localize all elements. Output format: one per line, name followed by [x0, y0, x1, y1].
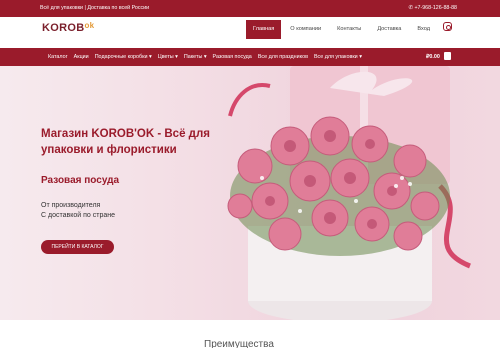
instagram-icon[interactable]: [443, 22, 452, 31]
nav-login[interactable]: Вход: [410, 20, 437, 39]
hero-banner: Магазин KOROB'OK - Всё для упаковки и фл…: [0, 66, 500, 320]
nav-delivery[interactable]: Доставка: [370, 20, 408, 39]
phone-number[interactable]: +7-968-126-88-88: [414, 5, 457, 11]
main-nav: Главная О компании Контакты Доставка Вхо…: [246, 20, 439, 39]
pink-ribbon-left: [228, 83, 271, 117]
cat-holidays[interactable]: Все для праздников: [258, 54, 308, 60]
cart-total[interactable]: ₽0.00: [426, 54, 440, 60]
top-phone[interactable]: ✆ +7-968-126-88-88: [409, 5, 457, 11]
category-nav: Каталог Акции Подарочные коробки ▾ Цветы…: [0, 48, 500, 66]
hero-flowers-image: [227, 66, 471, 320]
hero-line-1: От производителя: [41, 202, 101, 209]
cat-gift-boxes[interactable]: Подарочные коробки ▾: [95, 54, 152, 60]
nav-about[interactable]: О компании: [283, 20, 328, 39]
catalog-button[interactable]: ПЕРЕЙТИ В КАТАЛОГ: [41, 240, 114, 254]
hero-subtitle: Разовая посуда: [41, 175, 120, 186]
top-info-bar: Всё для упаковки | Доставка по всей Росс…: [0, 0, 500, 17]
site-logo[interactable]: KOROBok: [42, 21, 95, 34]
cat-catalog[interactable]: Каталог: [48, 54, 68, 60]
top-tagline: Всё для упаковки | Доставка по всей Росс…: [40, 5, 150, 11]
hero-title: Магазин KOROB'OK - Всё для упаковки и фл…: [41, 128, 210, 156]
cat-bags[interactable]: Пакеты ▾: [184, 54, 207, 60]
nav-contacts[interactable]: Контакты: [330, 20, 368, 39]
logo-main-text: KOROB: [42, 22, 85, 34]
cat-disposable[interactable]: Разовая посуда: [213, 54, 252, 60]
hero-line-2: С доставкой по стране: [41, 212, 115, 219]
advantages-title: Преимущества: [204, 339, 274, 348]
cart-bag-icon[interactable]: [444, 52, 451, 60]
cat-sales[interactable]: Акции: [74, 54, 89, 60]
logo-ok-text: ok: [84, 21, 95, 30]
nav-home[interactable]: Главная: [246, 20, 282, 39]
cat-flowers[interactable]: Цветы ▾: [158, 54, 178, 60]
cat-packaging[interactable]: Все для упаковки ▾: [314, 54, 362, 60]
